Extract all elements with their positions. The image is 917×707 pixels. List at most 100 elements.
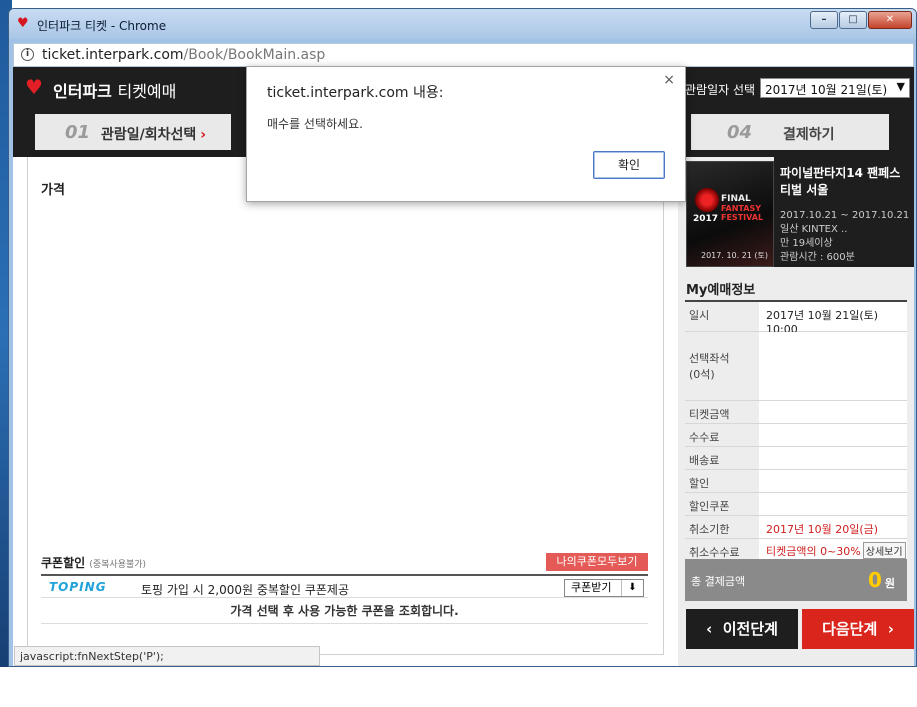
step-number: 01 bbox=[65, 122, 91, 143]
poster-text: FESTIVAL bbox=[721, 213, 764, 222]
info-value: 티켓금액의 0~30% 상세보기 bbox=[759, 539, 907, 561]
step-label: 결제하기 bbox=[783, 127, 835, 143]
step-1[interactable]: 01 관람일/회차선택 › bbox=[35, 114, 231, 150]
show-info: 파이널판타지14 팬페스티벌 서울 2017.10.21 ~ 2017.10.2… bbox=[774, 157, 914, 267]
step-4[interactable]: 04 결제하기 bbox=[691, 114, 889, 150]
get-coupon-label: 쿠폰받기 bbox=[571, 581, 612, 594]
show-runtime: 관람시간 : 600분 bbox=[780, 252, 855, 263]
url-text[interactable]: ticket.interpark.com/Book/BookMain.asp bbox=[42, 47, 325, 63]
date-select-label: 관람일자 선택 bbox=[685, 83, 756, 97]
close-button[interactable]: ✕ bbox=[868, 11, 912, 29]
coupon-note: (중복사용불가) bbox=[89, 560, 147, 570]
chevron-right-icon: › bbox=[887, 620, 894, 638]
dialog-title: ticket.interpark.com 내용: bbox=[267, 85, 444, 101]
view-my-coupons-button[interactable]: 나의쿠폰모두보기 bbox=[546, 553, 648, 571]
info-key: 취소기한 bbox=[685, 516, 759, 538]
date-select-value: 2017년 10월 21일(토) bbox=[765, 83, 888, 97]
window-controls: – □ ✕ bbox=[810, 11, 912, 29]
poster-text: FINAL bbox=[721, 194, 751, 204]
info-key: 할인 bbox=[685, 470, 759, 492]
total-amount: 총 결제금액 0원 bbox=[685, 559, 907, 601]
interpark-heart-icon: ♥ bbox=[25, 75, 43, 99]
total-value: 0원 bbox=[868, 568, 895, 592]
poster-year: 2017 bbox=[693, 214, 719, 224]
coupon-row: TOPING 토핑 가입 시 2,000원 중복할인 쿠폰제공 쿠폰받기 ⬇ bbox=[41, 574, 648, 598]
logo-brand: 인터파크 bbox=[53, 82, 112, 101]
info-row-datetime: 일시 2017년 10월 21일(토) 10:00 bbox=[685, 302, 907, 336]
info-row-shipping: 배송료 bbox=[685, 447, 907, 470]
window-title: 인터파크 티켓 - Chrome bbox=[37, 19, 167, 33]
minimize-button[interactable]: – bbox=[810, 11, 838, 29]
info-value bbox=[759, 470, 907, 492]
poster-date: 2017. 10. 21 (토) bbox=[701, 251, 769, 260]
maximize-button[interactable]: □ bbox=[839, 11, 867, 29]
dropdown-arrow-icon: ▼ bbox=[896, 80, 905, 93]
info-value: 2017년 10월 20일(금) 17:00 bbox=[759, 516, 907, 550]
info-row-seats: 선택좌석 (0석) bbox=[685, 332, 907, 401]
coupon-title-text: 쿠폰할인 bbox=[41, 556, 86, 570]
screen: ♥ 인터파크 티켓 - Chrome – □ ✕ i ticket.interp… bbox=[0, 0, 917, 707]
info-row-coupon: 할인쿠폰 bbox=[685, 493, 907, 516]
show-venue: 일산 KINTEX .. bbox=[780, 224, 848, 235]
next-label: 다음단계 bbox=[822, 620, 878, 638]
heart-icon: ♥ bbox=[17, 16, 29, 31]
info-row-discount: 할인 bbox=[685, 470, 907, 493]
info-row-ticket-price: 티켓금액 bbox=[685, 401, 907, 424]
url-path: /Book/BookMain.asp bbox=[183, 47, 326, 63]
status-bar: javascript:fnNextStep('P'); bbox=[14, 646, 320, 666]
coupon-section-title: 쿠폰할인 (중복사용불가) bbox=[41, 554, 146, 571]
info-key: 티켓금액 bbox=[685, 401, 759, 423]
next-step-button[interactable]: 다음단계 › bbox=[802, 609, 914, 649]
info-row-cancel-deadline: 취소기한 2017년 10월 20일(금) 17:00 bbox=[685, 516, 907, 550]
date-select[interactable]: 2017년 10월 21일(토) ▼ bbox=[760, 78, 910, 98]
info-key: 일시 bbox=[685, 302, 759, 331]
info-value bbox=[759, 401, 907, 423]
info-value bbox=[759, 424, 907, 446]
close-icon[interactable]: × bbox=[663, 72, 675, 88]
previous-step-button[interactable]: ‹ 이전단계 bbox=[686, 609, 798, 649]
chevron-left-icon: ‹ bbox=[706, 620, 713, 638]
info-value: 2017년 10월 21일(토) 10:00 bbox=[759, 302, 907, 336]
alert-dialog: ticket.interpark.com 내용: × 매수를 선택하세요. 확인 bbox=[246, 66, 686, 202]
info-key: 취소수수료 bbox=[685, 539, 759, 561]
chevron-right-icon: › bbox=[200, 127, 207, 143]
price-section-title: 가격 bbox=[41, 183, 65, 198]
ok-button[interactable]: 확인 bbox=[593, 151, 665, 179]
info-row-fee: 수수료 bbox=[685, 424, 907, 447]
my-booking-title: My예매정보 bbox=[686, 283, 756, 298]
cancel-fee-text: 티켓금액의 0~30% bbox=[766, 545, 861, 558]
coupon-message: 가격 선택 후 사용 가능한 쿠폰을 조회합니다. bbox=[41, 598, 648, 624]
emblem-icon bbox=[695, 188, 719, 212]
show-age: 만 19세이상 bbox=[780, 238, 833, 249]
logo: 인터파크 티켓예매 bbox=[53, 78, 176, 102]
booking-info-table: 일시 2017년 10월 21일(토) 10:00 선택좌석 (0석) 티켓금액… bbox=[685, 300, 907, 562]
show-period: 2017.10.21 ~ 2017.10.21 bbox=[780, 210, 910, 221]
toping-logo: TOPING bbox=[49, 580, 107, 594]
main-content: 가격 쿠폰할인 (중복사용불가) 나의쿠폰모두보기 TOPING 토핑 가입 시… bbox=[27, 157, 664, 655]
info-value bbox=[759, 332, 907, 400]
get-coupon-button[interactable]: 쿠폰받기 ⬇ bbox=[564, 579, 644, 597]
download-icon: ⬇ bbox=[621, 580, 643, 596]
info-key: 선택좌석 (0석) bbox=[685, 332, 759, 400]
url-host: ticket.interpark.com bbox=[42, 47, 184, 63]
poster-text: FANTASY bbox=[721, 204, 762, 213]
step-label-text: 관람일/회차선택 bbox=[101, 127, 197, 143]
details-button[interactable]: 상세보기 bbox=[862, 542, 906, 559]
show-poster: FINAL FANTASY FESTIVAL 2017 2017. 10. 21… bbox=[686, 161, 774, 267]
show-details: 2017.10.21 ~ 2017.10.21 일산 KINTEX .. 만 1… bbox=[780, 209, 910, 265]
dialog-message: 매수를 선택하세요. bbox=[267, 117, 363, 131]
step-number: 04 bbox=[727, 122, 753, 143]
total-unit: 원 bbox=[884, 577, 895, 590]
total-label: 총 결제금액 bbox=[691, 575, 746, 588]
title-bar[interactable]: ♥ 인터파크 티켓 - Chrome – □ ✕ bbox=[9, 9, 916, 39]
info-icon[interactable]: i bbox=[21, 48, 34, 61]
info-key: 수수료 bbox=[685, 424, 759, 446]
step-label: 관람일/회차선택 › bbox=[101, 124, 206, 144]
total-number: 0 bbox=[867, 568, 882, 592]
logo-sub: 티켓예매 bbox=[117, 82, 177, 101]
prev-label: 이전단계 bbox=[722, 620, 778, 638]
coupon-offer-text: 토핑 가입 시 2,000원 중복할인 쿠폰제공 bbox=[141, 583, 349, 597]
address-bar[interactable]: i ticket.interpark.com/Book/BookMain.asp bbox=[13, 43, 914, 67]
info-value bbox=[759, 447, 907, 469]
info-value bbox=[759, 493, 907, 515]
